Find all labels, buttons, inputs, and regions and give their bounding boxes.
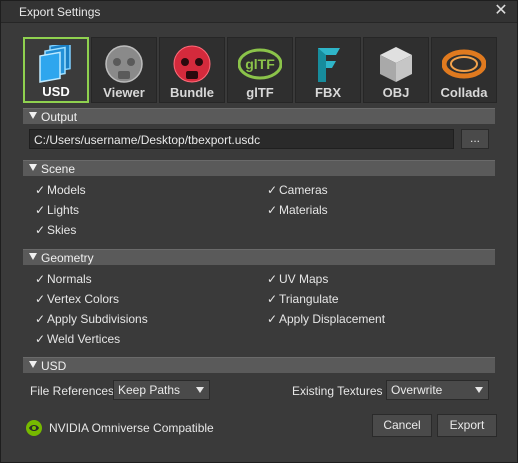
- check-icon: ✓: [35, 292, 46, 306]
- checkbox-normals[interactable]: ✓ Normals: [35, 272, 92, 286]
- output-path-field[interactable]: C:/Users/username/Desktop/tbexport.usdc: [29, 129, 454, 149]
- title-bar[interactable]: Export Settings ✕: [1, 1, 517, 23]
- checkbox-materials[interactable]: ✓ Materials: [267, 203, 328, 217]
- check-icon: ✓: [35, 223, 46, 237]
- omniverse-compatible-text: NVIDIA Omniverse Compatible: [49, 421, 214, 435]
- section-title: Scene: [41, 162, 76, 176]
- checkbox-apply-displacement[interactable]: ✓ Apply Displacement: [267, 312, 385, 326]
- check-icon: ✓: [267, 203, 278, 217]
- gltf-icon: glTF: [238, 48, 282, 80]
- format-tile-bundle[interactable]: Bundle: [159, 37, 225, 103]
- check-icon: ✓: [267, 183, 278, 197]
- omniverse-compatible-badge: NVIDIA Omniverse Compatible: [25, 419, 225, 437]
- checkbox-weld-vertices[interactable]: ✓ Weld Vertices: [35, 332, 120, 346]
- check-icon: ✓: [35, 332, 46, 346]
- section-title: Output: [41, 110, 78, 124]
- format-tile-obj[interactable]: OBJ: [363, 37, 429, 103]
- close-icon[interactable]: ✕: [493, 2, 509, 20]
- format-label-obj: OBJ: [382, 85, 410, 100]
- scene-section-header[interactable]: Scene: [23, 160, 495, 176]
- output-section-header[interactable]: Output: [23, 108, 495, 124]
- collapse-triangle-icon: [29, 112, 37, 119]
- geometry-section-header[interactable]: Geometry: [23, 249, 495, 265]
- checkbox-skies[interactable]: ✓ Skies: [35, 223, 76, 237]
- bundle-icon: [173, 45, 211, 83]
- browse-button[interactable]: ...: [461, 129, 489, 149]
- format-label-fbx: FBX: [315, 85, 341, 100]
- chevron-down-icon: [475, 387, 483, 393]
- file-references-label: File References: [30, 384, 115, 398]
- file-references-dropdown[interactable]: Keep Paths: [113, 380, 210, 400]
- checkbox-uv-maps[interactable]: ✓ UV Maps: [267, 272, 328, 286]
- fbx-icon: [318, 48, 340, 82]
- format-label-usd: USD: [42, 84, 70, 99]
- format-tile-collada[interactable]: Collada: [431, 37, 497, 103]
- format-tile-fbx[interactable]: FBX: [295, 37, 361, 103]
- usd-section-header[interactable]: USD: [23, 357, 495, 373]
- check-icon: ✓: [35, 203, 46, 217]
- viewer-icon: [105, 45, 143, 83]
- check-icon: ✓: [35, 183, 46, 197]
- check-icon: ✓: [35, 312, 46, 326]
- checkbox-cameras[interactable]: ✓ Cameras: [267, 183, 328, 197]
- format-label-gltf: glTF: [246, 85, 274, 100]
- format-tile-viewer[interactable]: Viewer: [91, 37, 157, 103]
- checkbox-lights[interactable]: ✓ Lights: [35, 203, 79, 217]
- section-title: USD: [41, 359, 67, 373]
- collapse-triangle-icon: [29, 361, 37, 368]
- checkbox-apply-subdivisions[interactable]: ✓ Apply Subdivisions: [35, 312, 148, 326]
- checkbox-models[interactable]: ✓ Models: [35, 183, 86, 197]
- svg-text:glTF: glTF: [245, 56, 275, 72]
- checkbox-triangulate[interactable]: ✓ Triangulate: [267, 292, 339, 306]
- check-icon: ✓: [35, 272, 46, 286]
- format-selector: USD Viewer Bundle glTF glTF FBX OBJ Coll…: [23, 37, 497, 103]
- format-tile-usd[interactable]: USD: [23, 37, 89, 103]
- format-label-collada: Collada: [440, 85, 488, 100]
- obj-icon: [380, 47, 412, 82]
- collada-icon: [442, 49, 486, 79]
- format-label-viewer: Viewer: [103, 85, 145, 100]
- nvidia-icon: [26, 420, 42, 436]
- collapse-triangle-icon: [29, 164, 37, 171]
- export-button[interactable]: Export: [437, 414, 497, 437]
- check-icon: ✓: [267, 272, 278, 286]
- format-label-bundle: Bundle: [169, 85, 215, 100]
- existing-textures-label: Existing Textures: [292, 384, 383, 398]
- usd-icon: [39, 45, 71, 83]
- checkbox-vertex-colors[interactable]: ✓ Vertex Colors: [35, 292, 119, 306]
- format-tile-gltf[interactable]: glTF glTF: [227, 37, 293, 103]
- export-settings-dialog: Export Settings ✕ USD Viewer Bundle glTF…: [0, 0, 518, 463]
- section-title: Geometry: [41, 251, 94, 265]
- check-icon: ✓: [267, 292, 278, 306]
- chevron-down-icon: [196, 387, 204, 393]
- dialog-title: Export Settings: [19, 5, 101, 19]
- existing-textures-dropdown[interactable]: Overwrite: [386, 380, 489, 400]
- check-icon: ✓: [267, 312, 278, 326]
- collapse-triangle-icon: [29, 253, 37, 260]
- cancel-button[interactable]: Cancel: [372, 414, 432, 437]
